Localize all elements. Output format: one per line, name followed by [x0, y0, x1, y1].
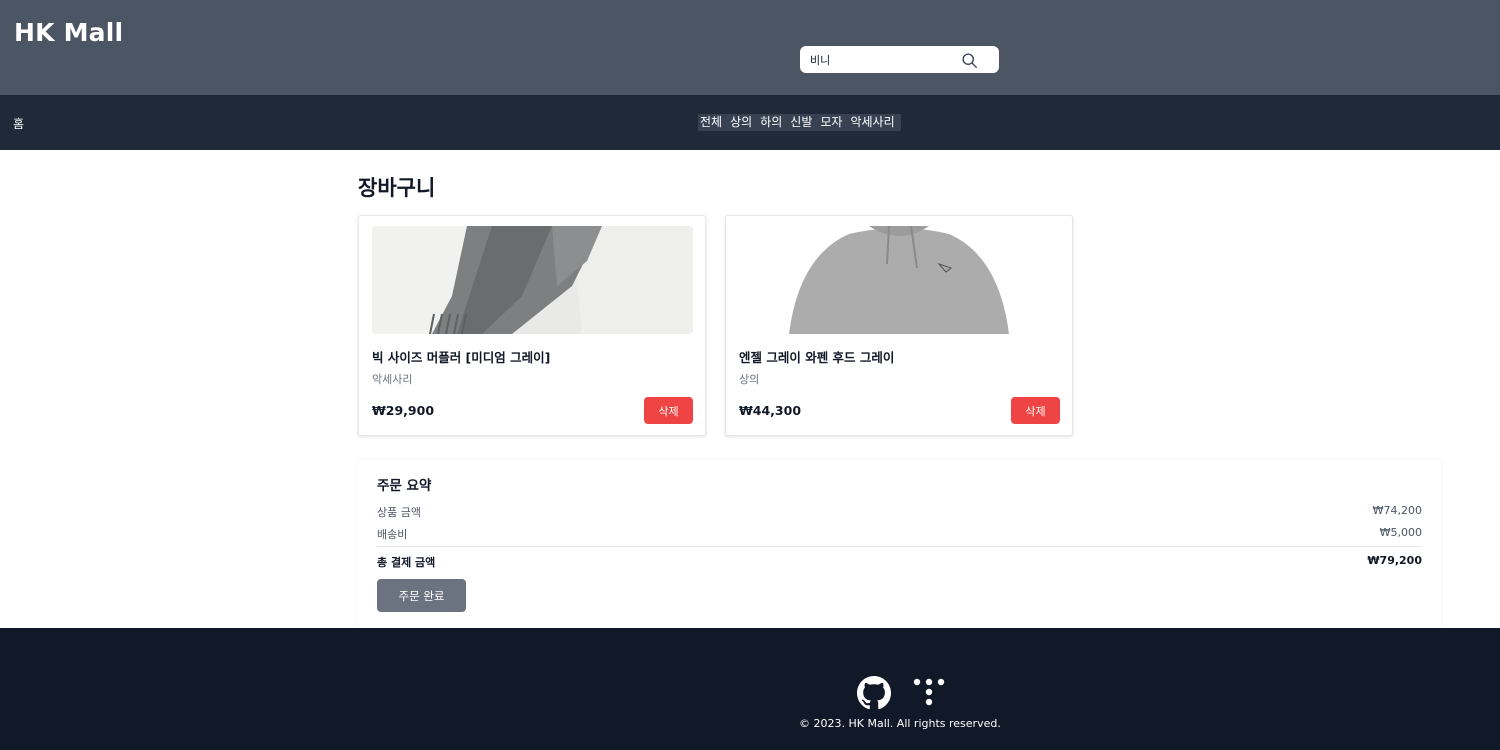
product-price: ₩29,900: [372, 403, 435, 418]
cart-item-card: 빅 사이즈 머플러 [미디엄 그레이] 악세사리 ₩29,900 삭제: [358, 215, 706, 436]
nav-category-all[interactable]: 전체: [698, 114, 728, 131]
nav-home-link[interactable]: 홈: [13, 115, 24, 132]
total-row: 총 결제 금액 ₩79,200: [377, 554, 1422, 570]
nav-bar: 홈 전체 상의 하의 신발 모자 악세사리: [0, 95, 1500, 150]
subtotal-value: ₩74,200: [1372, 504, 1422, 517]
top-header: HK Mall: [0, 0, 1500, 95]
product-category: 악세사리: [372, 373, 413, 386]
search-icon[interactable]: [961, 52, 978, 69]
product-price: ₩44,300: [739, 403, 802, 418]
order-summary: 주문 요약 상품 금액 ₩74,200 배송비 ₩5,000 총 결제 금액 ₩…: [358, 460, 1441, 628]
nav-category-shoes[interactable]: 신발: [788, 114, 818, 131]
category-menu: 전체 상의 하의 신발 모자 악세사리: [698, 114, 901, 131]
delete-button[interactable]: 삭제: [644, 397, 693, 424]
github-icon[interactable]: [857, 676, 891, 710]
shipping-label: 배송비: [377, 528, 408, 541]
total-value: ₩79,200: [1367, 554, 1422, 567]
delete-button[interactable]: 삭제: [1011, 397, 1060, 424]
nav-category-accessories[interactable]: 악세사리: [848, 114, 900, 131]
tistory-icon[interactable]: [912, 677, 946, 707]
product-name[interactable]: 빅 사이즈 머플러 [미디엄 그레이]: [372, 347, 550, 366]
total-label: 총 결제 금액: [377, 556, 436, 569]
product-name[interactable]: 엔젤 그레이 와펜 후드 그레이: [739, 347, 894, 366]
shipping-value: ₩5,000: [1379, 526, 1422, 539]
cart-item-card: 엔젤 그레이 와펜 후드 그레이 상의 ₩44,300 삭제: [725, 215, 1073, 436]
nav-category-tops[interactable]: 상의: [728, 114, 758, 131]
page-title: 장바구니: [358, 176, 436, 200]
summary-divider: [377, 546, 1422, 547]
search-input[interactable]: [810, 50, 960, 69]
product-category: 상의: [739, 373, 760, 386]
product-image[interactable]: [739, 226, 1060, 334]
brand-logo[interactable]: HK Mall: [14, 18, 123, 47]
nav-category-bottoms[interactable]: 하의: [758, 114, 788, 131]
subtotal-label: 상품 금액: [377, 506, 421, 519]
complete-order-button[interactable]: 주문 완료: [377, 579, 466, 612]
footer: © 2023. HK Mall. All rights reserved.: [0, 628, 1500, 750]
subtotal-row: 상품 금액 ₩74,200: [377, 504, 1422, 520]
shipping-row: 배송비 ₩5,000: [377, 526, 1422, 542]
product-image[interactable]: [372, 226, 693, 334]
nav-category-hats[interactable]: 모자: [818, 114, 848, 131]
summary-title: 주문 요약: [377, 478, 432, 494]
copyright-text: © 2023. HK Mall. All rights reserved.: [799, 717, 1001, 730]
